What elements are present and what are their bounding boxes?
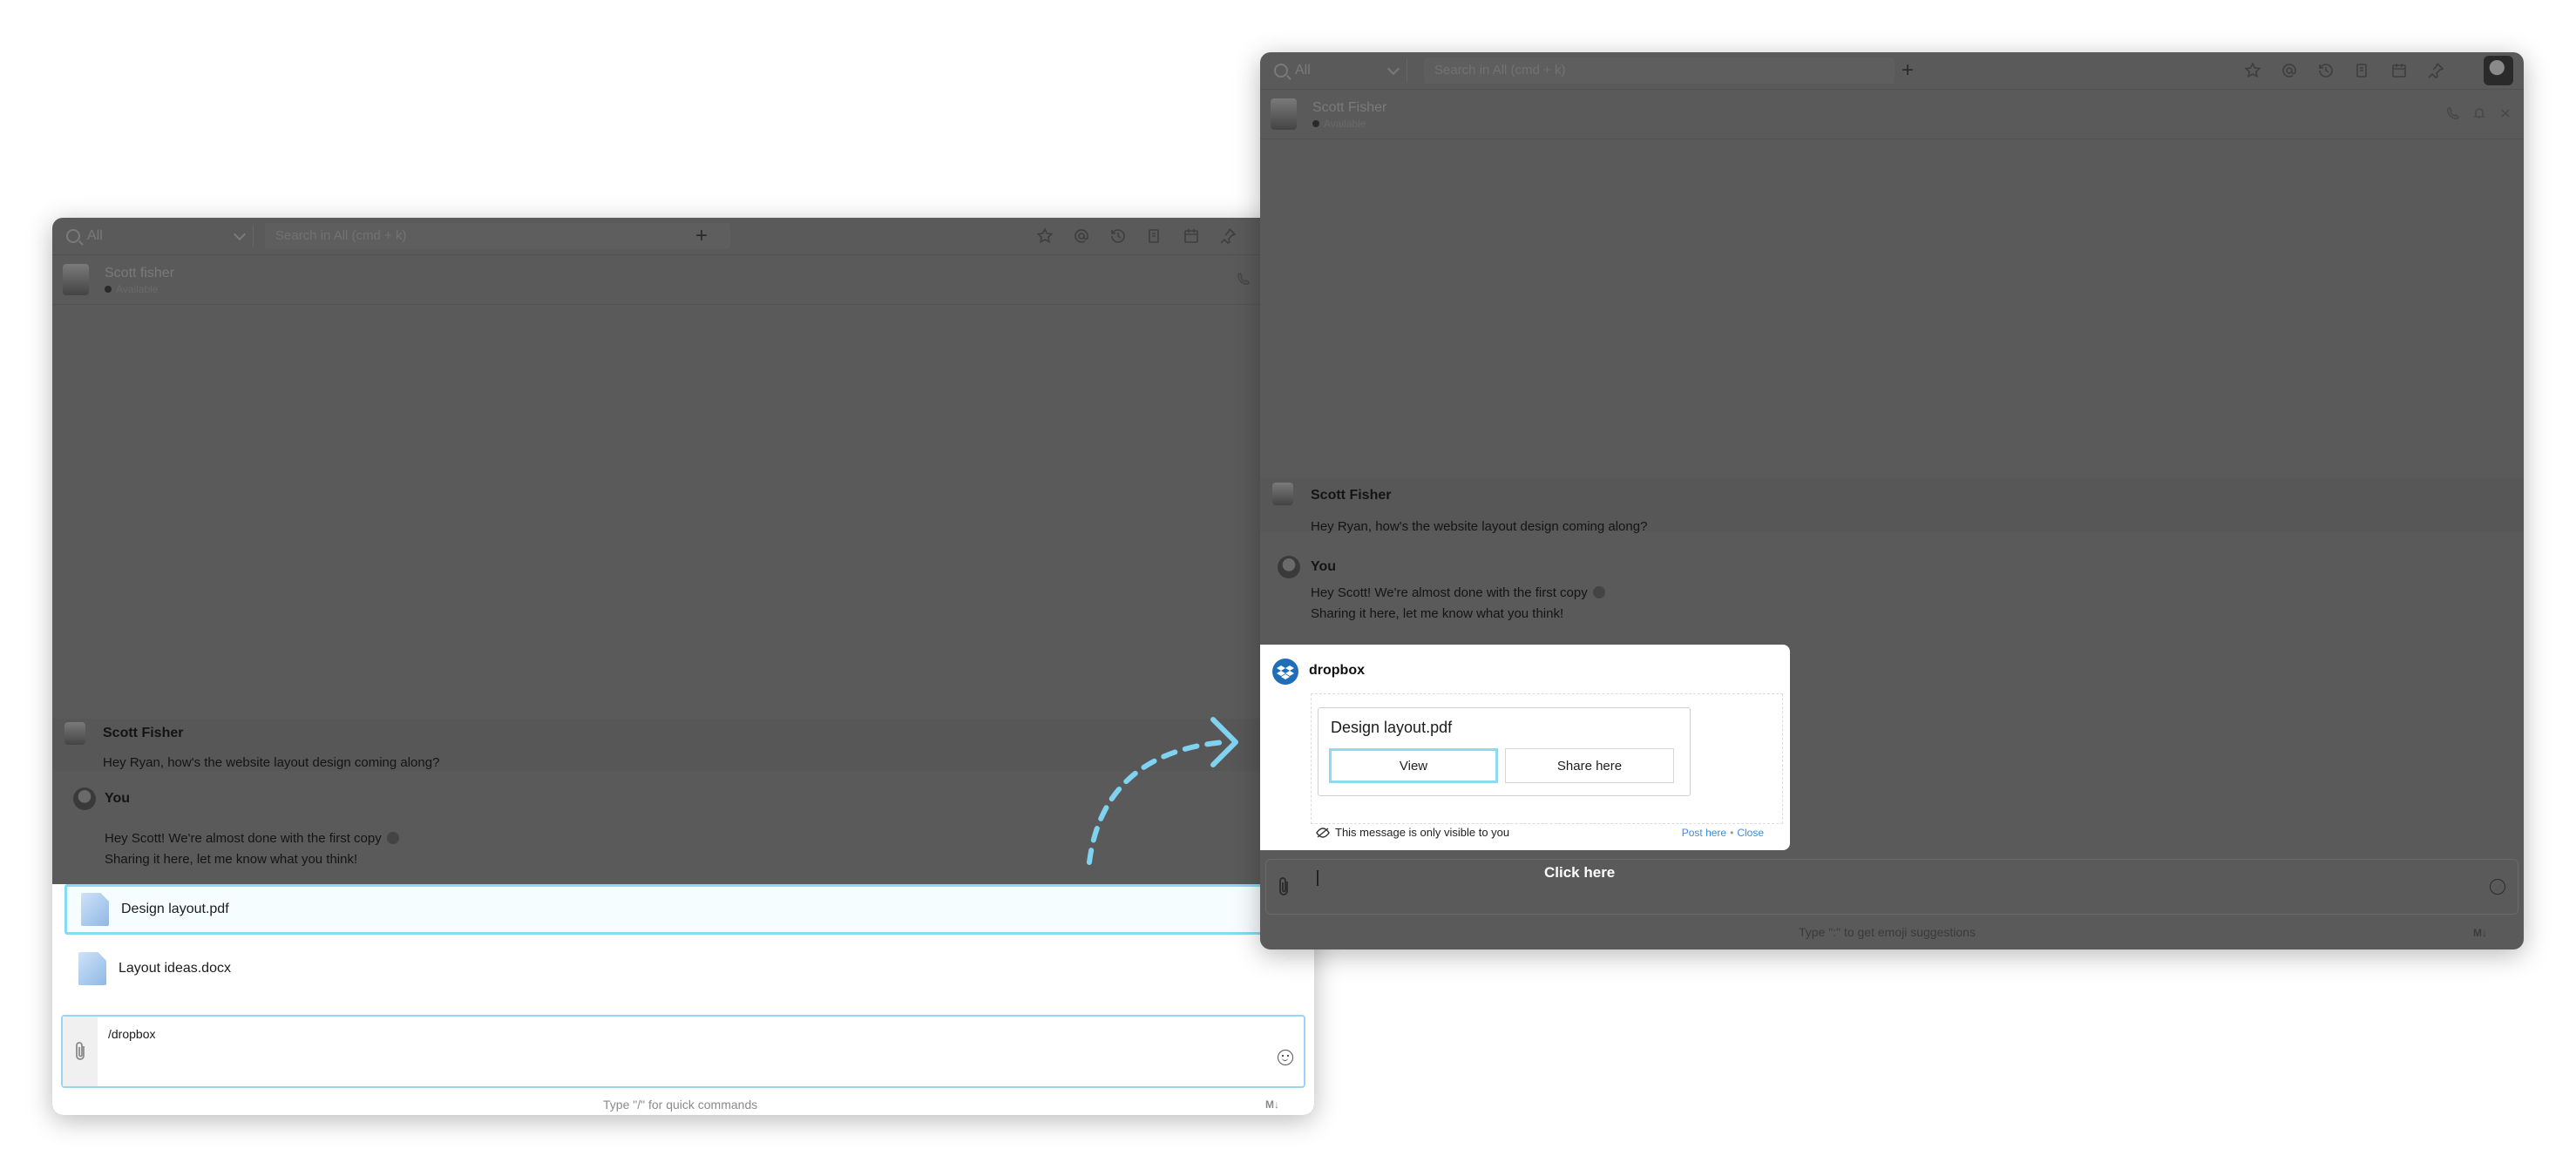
message-sender: You [105,791,131,806]
emoji-icon [386,832,399,844]
chat-window-step1: All Search in All (cmd + k) + Scott fish… [52,218,1314,1115]
message-sender: Scott Fisher [103,726,184,740]
card-actions: Post here • Close [1681,827,1764,839]
new-chat-button[interactable]: + [1896,59,1919,82]
message-input[interactable]: /dropbox [61,1015,1305,1088]
new-chat-button[interactable]: + [690,225,713,247]
avatar [1272,483,1293,505]
chevron-down-icon [1386,62,1400,76]
message-text: Hey Ryan, how's the website layout desig… [103,755,440,770]
file-card: Design layout.pdf View Share here [1318,707,1691,796]
chat-window-step2: All Search in All (cmd + k) + Scott Fish… [1260,52,2524,949]
text-cursor [1317,870,1319,886]
chat-header: Scott Fisher Available [1260,90,2524,139]
bell-icon[interactable] [2473,107,2485,119]
scope-selector[interactable]: All [66,225,254,247]
emoji-icon[interactable] [1278,1050,1293,1065]
pin-icon[interactable] [2426,61,2445,80]
close-link[interactable]: Close [1737,827,1764,839]
avatar [73,787,96,810]
message-input-text: /dropbox [108,1027,156,1041]
star-icon[interactable] [1035,226,1054,246]
files-icon[interactable] [1145,226,1164,246]
message-sender: You [1311,559,1337,574]
scope-selector[interactable]: All [1274,59,1407,82]
emoji-icon [1592,586,1605,598]
visibility-note: This message is only visible to you [1316,826,1509,839]
markdown-badge: M↓ [1265,1098,1279,1111]
eye-off-icon [1316,827,1330,838]
attach-button[interactable] [63,1017,98,1086]
chevron-down-icon [233,227,247,241]
file-suggestion[interactable]: Layout ideas.docx [64,943,1314,994]
dropbox-card: dropbox Design layout.pdf View Share her… [1260,645,1790,850]
history-icon[interactable] [2316,61,2335,80]
message-text: Sharing it here, let me know what you th… [1311,606,1564,621]
scope-label: All [1295,63,1311,78]
paperclip-icon [1279,877,1288,895]
top-bar: All Search in All (cmd + k) + [1260,52,2524,90]
message-text: Hey Scott! We're almost done with the fi… [1311,585,1605,600]
status-badge: Available [105,283,158,295]
message-scott: Scott Fisher Hey Ryan, how's the website… [1260,479,2524,534]
document-icon [81,893,109,926]
search-input[interactable]: Search in All (cmd + k) [265,223,730,249]
emoji-icon[interactable] [2490,879,2505,895]
message-text: Hey Ryan, how's the website layout desig… [1311,519,1648,534]
pin-icon[interactable] [1218,226,1237,246]
attach-button[interactable] [1266,860,1301,914]
mention-icon[interactable] [1072,226,1091,246]
close-icon[interactable] [2499,107,2512,119]
scope-label: All [87,228,103,243]
post-here-link[interactable]: Post here [1682,827,1726,839]
status-dot-icon [105,286,112,293]
user-avatar[interactable] [2484,56,2513,85]
composer-panel: Design layout.pdf Layout ideas.docx /dro… [52,884,1314,1115]
avatar [64,722,85,745]
file-name: Design layout.pdf [121,902,229,916]
contact-name: Scott fisher [105,266,175,280]
click-here-callout: Click here [1544,864,1616,881]
document-icon [78,952,106,985]
flow-arrow-icon [1087,717,1238,865]
mention-icon[interactable] [2280,61,2299,80]
avatar [1271,98,1297,130]
share-here-button[interactable]: Share here [1505,748,1674,783]
search-icon [1274,64,1288,78]
calendar-icon[interactable] [2390,61,2409,80]
avatar [1278,556,1300,578]
message-input[interactable] [1265,859,2518,915]
file-name: Design layout.pdf [1331,719,1453,736]
app-name: dropbox [1309,663,1365,678]
history-icon[interactable] [1108,226,1128,246]
star-icon[interactable] [2243,61,2262,80]
dropbox-icon [1272,659,1298,685]
contact-name: Scott Fisher [1312,100,1387,115]
search-input[interactable]: Search in All (cmd + k) [1424,57,1895,84]
avatar [63,264,89,295]
composer-hint: Type "/" for quick commands [603,1098,758,1112]
status-dot-icon [1312,120,1319,127]
composer-hint: Type ":" to get emoji suggestions [1799,925,1976,939]
call-icon[interactable] [2447,107,2459,119]
call-icon[interactable] [1237,273,1250,285]
status-text: Available [1324,118,1366,130]
file-name: Layout ideas.docx [119,961,231,976]
calendar-icon[interactable] [1182,226,1201,246]
paperclip-icon [76,1042,85,1060]
status-badge: Available [1312,118,1366,130]
message-text: Hey Scott! We're almost done with the fi… [105,831,399,846]
chat-header: Scott fisher Available [52,255,1314,305]
file-suggestion[interactable]: Design layout.pdf [64,884,1314,935]
search-icon [66,229,80,243]
view-button[interactable]: View [1329,748,1498,783]
status-text: Available [116,283,159,295]
message-text: Sharing it here, let me know what you th… [105,852,358,867]
files-icon[interactable] [2353,61,2372,80]
message-you: You Hey Scott! We're almost done with th… [1260,551,2524,638]
markdown-badge: M↓ [2473,927,2487,939]
top-bar: All Search in All (cmd + k) + [52,218,1314,255]
message-sender: Scott Fisher [1311,488,1392,503]
